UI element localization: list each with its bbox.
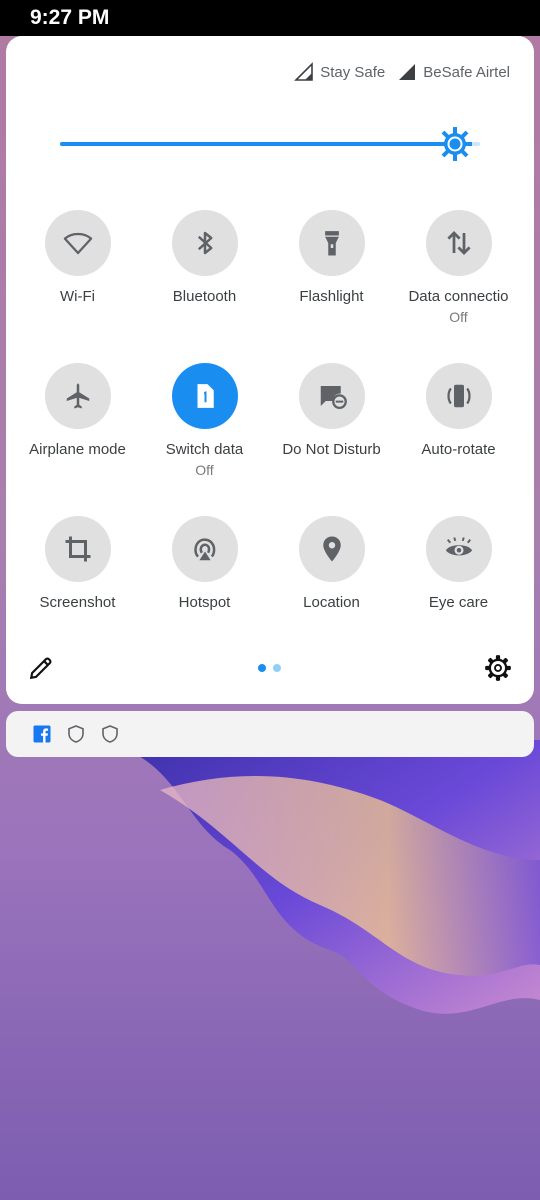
tile-auto-rotate[interactable]: Auto-rotate <box>395 363 522 458</box>
carrier-2: BeSafe Airtel <box>397 62 510 82</box>
status-time: 9:27 PM <box>30 6 110 29</box>
tile-label: Wi-Fi <box>60 288 95 305</box>
brightness-fill <box>60 142 455 146</box>
tile-do-not-disturb[interactable]: Do Not Disturb <box>268 363 395 458</box>
tile-screenshot-button[interactable] <box>44 516 111 582</box>
tile-dnd-button[interactable] <box>298 363 365 429</box>
carrier-name: BeSafe Airtel <box>423 63 510 81</box>
shield-icon <box>68 725 84 743</box>
tile-label: Airplane mode <box>29 441 126 458</box>
sim-1-icon <box>197 384 214 408</box>
tile-auto-rotate-button[interactable] <box>425 363 492 429</box>
do-not-disturb-icon <box>320 386 347 409</box>
quick-settings-panel: Stay Safe BeSafe Airtel Wi-Fi Bluetooth … <box>6 36 534 704</box>
tile-label: Auto-rotate <box>421 441 496 458</box>
carrier-name: Stay Safe <box>320 63 386 81</box>
tile-eye-care[interactable]: Eye care <box>395 516 522 611</box>
tile-label: Screenshot <box>39 594 116 611</box>
airplane-icon <box>66 383 89 409</box>
tile-switch-data-button[interactable] <box>171 363 238 429</box>
tile-hotspot-button[interactable] <box>171 516 238 582</box>
tile-airplane-mode[interactable]: Airplane mode <box>14 363 141 458</box>
screenshot-crop-icon <box>65 536 90 562</box>
page-indicator <box>258 664 281 672</box>
tile-data-connection[interactable]: Data connectio Off <box>395 210 522 325</box>
location-icon <box>322 536 341 562</box>
tile-data-connection-button[interactable] <box>425 210 492 276</box>
tile-hotspot[interactable]: Hotspot <box>141 516 268 611</box>
brightness-slider[interactable] <box>60 127 480 161</box>
tile-airplane-button[interactable] <box>44 363 111 429</box>
page-dot <box>273 664 281 672</box>
data-connection-icon <box>446 231 471 255</box>
tile-label: Location <box>303 594 360 611</box>
carrier-1: Stay Safe <box>294 62 385 82</box>
status-bar: 9:27 PM <box>0 0 540 36</box>
auto-rotate-icon <box>446 384 471 408</box>
brightness-thumb-icon[interactable] <box>438 127 472 161</box>
tile-label: Bluetooth <box>172 288 237 305</box>
tile-bluetooth[interactable]: Bluetooth <box>141 210 268 305</box>
tile-label: Do Not Disturb <box>282 441 381 458</box>
signal-icon <box>294 62 314 81</box>
tile-eye-care-button[interactable] <box>425 516 492 582</box>
tile-label: Switch data <box>165 441 244 458</box>
tile-location-button[interactable] <box>298 516 365 582</box>
notification-bar[interactable] <box>6 711 534 757</box>
tile-flashlight[interactable]: Flashlight <box>268 210 395 305</box>
tile-flashlight-button[interactable] <box>298 210 365 276</box>
tile-wifi-button[interactable] <box>44 210 111 276</box>
tile-location[interactable]: Location <box>268 516 395 611</box>
tile-bluetooth-button[interactable] <box>171 210 238 276</box>
bluetooth-icon <box>197 231 212 255</box>
tile-status: Off <box>195 462 214 478</box>
tile-switch-data[interactable]: Switch data Off <box>141 363 268 478</box>
tile-label: Data connectio <box>408 288 509 305</box>
signal-icon <box>399 64 416 80</box>
tile-label: Flashlight <box>299 288 364 305</box>
carrier-row: Stay Safe BeSafe Airtel <box>294 62 510 82</box>
shield-icon <box>102 725 118 743</box>
hotspot-icon <box>193 538 215 561</box>
edit-pencil-icon[interactable] <box>28 655 54 681</box>
tile-label: Hotspot <box>178 594 231 611</box>
tile-screenshot[interactable]: Screenshot <box>14 516 141 611</box>
flashlight-icon <box>324 231 339 256</box>
tile-label: Eye care <box>428 594 489 611</box>
page-dot-active <box>258 664 266 672</box>
wifi-icon <box>63 232 92 255</box>
tile-wifi[interactable]: Wi-Fi <box>14 210 141 305</box>
eye-care-icon <box>445 537 472 556</box>
settings-gear-icon[interactable] <box>484 654 512 682</box>
tile-status: Off <box>449 309 468 325</box>
facebook-icon <box>33 725 51 743</box>
